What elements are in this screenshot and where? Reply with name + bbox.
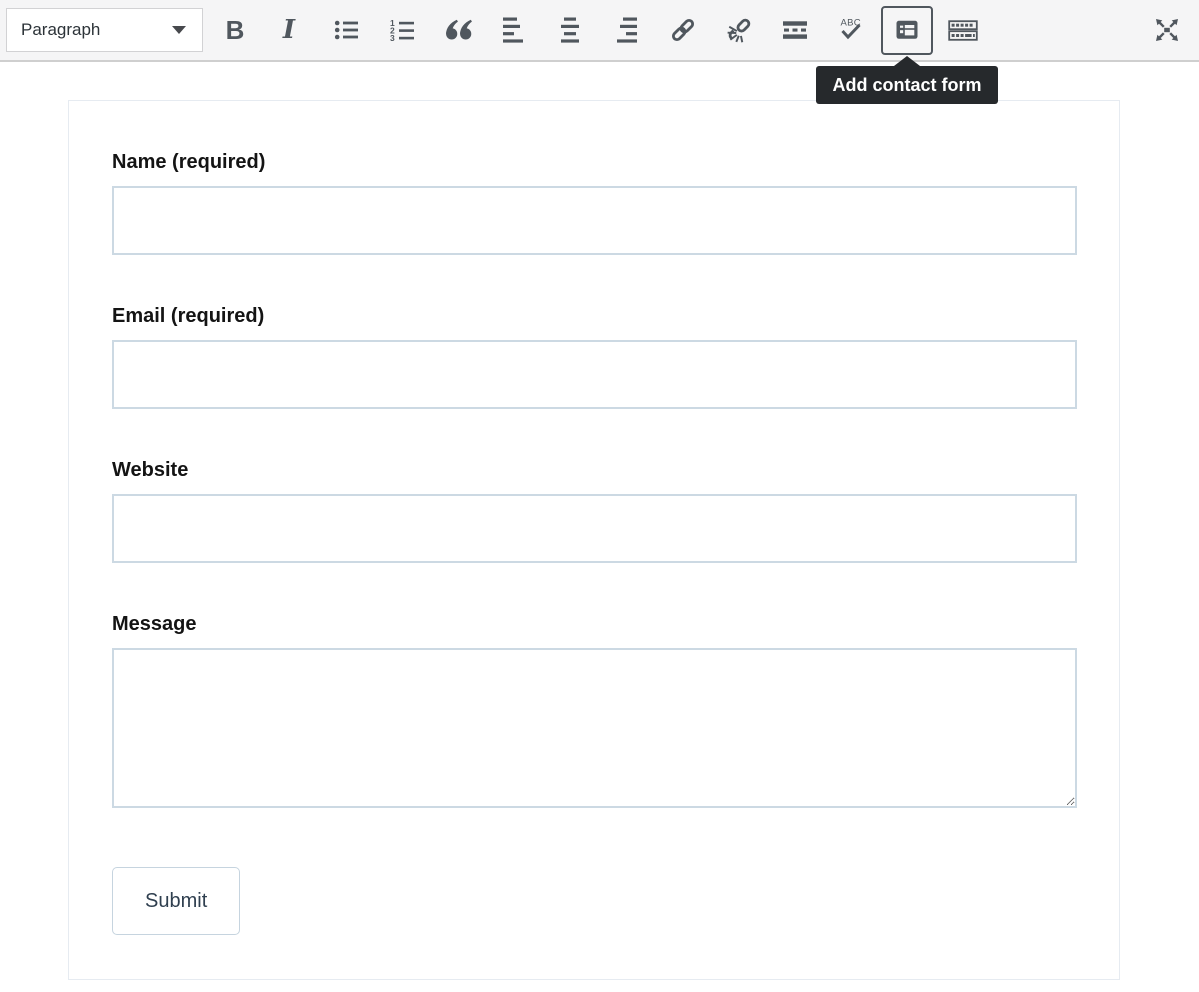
fullscreen-button[interactable] bbox=[1141, 6, 1193, 55]
blockquote-button[interactable] bbox=[433, 6, 485, 55]
email-input[interactable] bbox=[112, 340, 1077, 409]
email-label: Email (required) bbox=[112, 305, 1077, 327]
italic-icon: I bbox=[283, 17, 299, 43]
align-right-button[interactable] bbox=[601, 6, 653, 55]
editor-content-area: Name (required) Email (required) Website… bbox=[0, 100, 1199, 980]
link-icon bbox=[670, 17, 696, 43]
bulleted-list-icon bbox=[334, 18, 360, 42]
spellcheck-icon: ABC bbox=[838, 17, 864, 43]
submit-button[interactable]: Submit bbox=[112, 867, 240, 935]
message-textarea[interactable] bbox=[112, 648, 1077, 808]
add-contact-form-tooltip: Add contact form bbox=[816, 66, 998, 104]
keyboard-shortcuts-button[interactable] bbox=[937, 6, 989, 55]
keyboard-icon bbox=[948, 18, 978, 42]
read-more-button[interactable] bbox=[769, 6, 821, 55]
paragraph-format-dropdown[interactable]: Paragraph bbox=[6, 8, 203, 52]
form-field-message: Message bbox=[112, 613, 1077, 808]
align-center-icon bbox=[559, 17, 583, 43]
link-button[interactable] bbox=[657, 6, 709, 55]
editor-toolbar: Paragraph B I 1 2 3 bbox=[0, 0, 1199, 62]
form-field-name: Name (required) bbox=[112, 151, 1077, 255]
name-input[interactable] bbox=[112, 186, 1077, 255]
italic-button[interactable]: I bbox=[265, 6, 317, 55]
align-left-button[interactable] bbox=[489, 6, 541, 55]
fullscreen-icon bbox=[1152, 15, 1182, 45]
align-left-icon bbox=[503, 17, 527, 43]
form-field-email: Email (required) bbox=[112, 305, 1077, 409]
align-right-icon bbox=[615, 17, 639, 43]
form-field-website: Website bbox=[112, 459, 1077, 563]
contact-form-preview: Name (required) Email (required) Website… bbox=[68, 100, 1120, 980]
bulleted-list-button[interactable] bbox=[321, 6, 373, 55]
add-contact-form-button[interactable] bbox=[881, 6, 933, 55]
message-label: Message bbox=[112, 613, 1077, 635]
website-label: Website bbox=[112, 459, 1077, 481]
bold-button[interactable]: B bbox=[209, 6, 261, 55]
unlink-icon bbox=[726, 17, 752, 43]
name-label: Name (required) bbox=[112, 151, 1077, 173]
unlink-button[interactable] bbox=[713, 6, 765, 55]
chevron-down-icon bbox=[172, 26, 186, 34]
svg-text:3: 3 bbox=[390, 33, 395, 42]
align-center-button[interactable] bbox=[545, 6, 597, 55]
spellcheck-button[interactable]: ABC bbox=[825, 6, 877, 55]
numbered-list-icon: 1 2 3 bbox=[390, 18, 416, 42]
blockquote-icon bbox=[445, 18, 473, 42]
read-more-icon bbox=[783, 18, 807, 42]
contact-form-icon bbox=[895, 18, 919, 42]
paragraph-format-value: Paragraph bbox=[21, 20, 100, 40]
tooltip-text: Add contact form bbox=[832, 75, 981, 96]
website-input[interactable] bbox=[112, 494, 1077, 563]
bold-icon: B bbox=[226, 17, 245, 43]
numbered-list-button[interactable]: 1 2 3 bbox=[377, 6, 429, 55]
